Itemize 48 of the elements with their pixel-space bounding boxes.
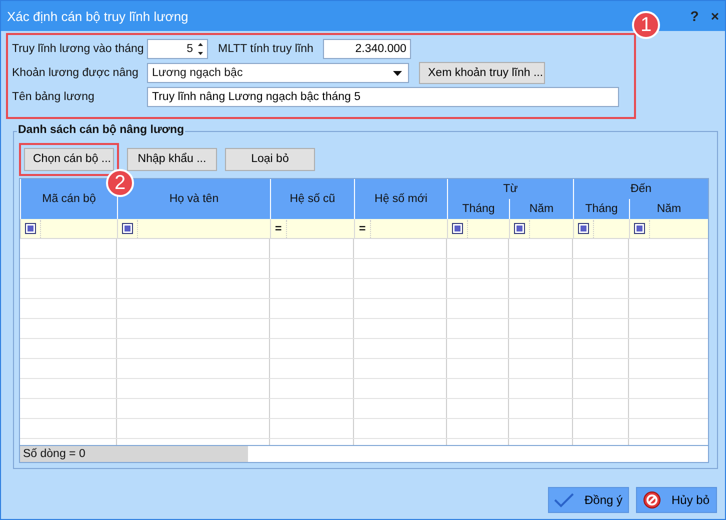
filter-cell[interactable] bbox=[117, 219, 270, 239]
help-button[interactable]: ? bbox=[688, 8, 701, 24]
import-button[interactable]: Nhập khẩu ... bbox=[127, 148, 217, 170]
filter-box-icon bbox=[634, 223, 645, 234]
filter-box-icon bbox=[25, 223, 36, 234]
field-label: Truy lĩnh lương vào tháng bbox=[12, 43, 145, 55]
column-header: Năm bbox=[509, 199, 573, 219]
remove-button[interactable]: Loại bỏ bbox=[225, 148, 315, 170]
row-count: Số dòng = 0 bbox=[20, 446, 248, 462]
column-header: Hệ số mới bbox=[354, 179, 447, 219]
filter-box-icon bbox=[452, 223, 463, 234]
field-label: Khoản lương được nâng bbox=[12, 67, 140, 79]
select-button[interactable]: Chọn cán bộ ... bbox=[24, 148, 114, 170]
filter-cell[interactable]: = bbox=[354, 219, 447, 239]
equals-operator[interactable]: = bbox=[359, 222, 366, 234]
cancel-icon bbox=[643, 491, 662, 509]
column-header: Hệ số cũ bbox=[270, 179, 354, 219]
filter-cell[interactable] bbox=[573, 219, 629, 239]
column-header: Tháng bbox=[573, 199, 629, 219]
cancel-button[interactable]: Hủy bỏ bbox=[636, 487, 717, 513]
close-button[interactable]: × bbox=[708, 8, 721, 24]
column-header: Năm bbox=[629, 199, 708, 219]
column-header: Tháng bbox=[447, 199, 509, 219]
filter-cell[interactable] bbox=[20, 219, 117, 239]
filter-cell[interactable] bbox=[629, 219, 708, 239]
filter-cell[interactable]: = bbox=[270, 219, 354, 239]
spin-arrows-icon bbox=[197, 42, 204, 56]
filter-box-icon bbox=[122, 223, 133, 234]
filter-cell[interactable] bbox=[509, 219, 573, 239]
name-input[interactable]: Truy lĩnh nâng Lương ngạch bậc tháng 5 bbox=[147, 87, 619, 107]
view-button[interactable]: Xem khoản truy lĩnh ... bbox=[419, 62, 545, 84]
field-label: MLTT tính truy lĩnh bbox=[218, 43, 314, 55]
filter-box-icon bbox=[514, 223, 525, 234]
equals-operator[interactable]: = bbox=[275, 222, 282, 234]
salary-dropdown[interactable]: Lương ngạch bậc bbox=[147, 63, 409, 83]
salary-input[interactable]: 2.340.000 bbox=[323, 39, 412, 59]
ok-button[interactable]: Đồng ý bbox=[548, 487, 629, 513]
check-icon bbox=[554, 492, 574, 508]
column-header: Mã cán bộ bbox=[20, 179, 117, 219]
filter-box-icon bbox=[578, 223, 589, 234]
filter-cell[interactable] bbox=[447, 219, 509, 239]
field-label: Tên bảng lương bbox=[12, 91, 96, 103]
month-spinner[interactable]: 5 bbox=[147, 39, 208, 59]
column-header: Từ bbox=[447, 179, 573, 199]
window-title: Xác định cán bộ truy lĩnh lương bbox=[7, 8, 188, 24]
group-title: Danh sách cán bộ nâng lương bbox=[17, 124, 186, 136]
column-header: Đến bbox=[573, 179, 708, 199]
dropdown-arrow-icon bbox=[393, 70, 402, 76]
